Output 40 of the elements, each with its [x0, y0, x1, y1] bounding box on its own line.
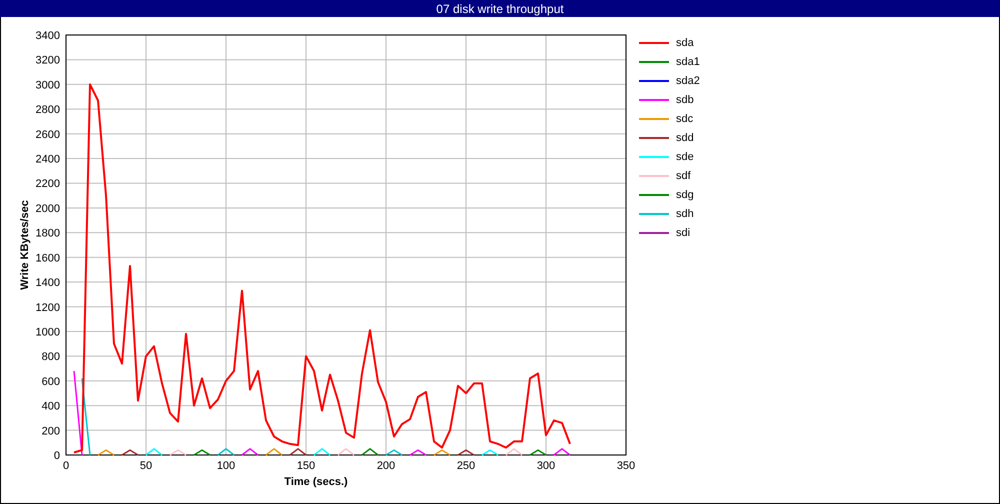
x-tick-label: 0	[62, 460, 70, 472]
y-tick-label: 1400	[36, 277, 60, 290]
legend-label: sdf	[676, 170, 691, 182]
legend-label: sdg	[676, 189, 694, 201]
legend-label: sda2	[676, 75, 700, 87]
x-tick-label: 200	[376, 460, 396, 472]
y-tick-label: 2400	[36, 154, 60, 166]
legend-label: sde	[676, 151, 694, 163]
y-tick-label: 1200	[36, 302, 60, 314]
y-tick-label: 400	[42, 400, 60, 413]
legend-label: sda	[676, 37, 694, 49]
legend-label: sdi	[676, 227, 690, 239]
y-tick-label: 3200	[36, 54, 60, 67]
window-title: 07 disk write throughput	[0, 0, 1000, 17]
y-tick-label: 3400	[36, 30, 60, 42]
legend-label: sdb	[676, 94, 694, 106]
y-tick-label: 600	[42, 376, 60, 388]
legend-label: sdd	[676, 132, 694, 144]
x-tick-label: 350	[616, 460, 636, 472]
x-tick-label: 250	[456, 460, 476, 472]
y-tick-label: 0	[54, 450, 60, 462]
y-tick-label: 1800	[36, 228, 60, 240]
y-tick-label: 1600	[36, 252, 60, 264]
legend-label: sdh	[676, 208, 694, 220]
legend-label: sdc	[676, 113, 694, 125]
y-tick-label: 2000	[36, 202, 60, 215]
x-tick-label: 150	[296, 460, 316, 472]
y-tick-label: 2600	[36, 128, 60, 141]
x-tick-label: 50	[140, 460, 152, 472]
x-axis-title: Time (secs.)	[284, 476, 348, 488]
x-tick-label: 100	[216, 460, 236, 472]
y-tick-label: 800	[42, 351, 60, 364]
y-tick-label: 2200	[36, 178, 60, 190]
y-tick-label: 2800	[36, 104, 60, 116]
x-tick-label: 300	[536, 460, 556, 472]
y-axis-title: Write KBytes/sec	[19, 200, 31, 290]
legend-label: sda1	[676, 56, 700, 68]
y-tick-label: 3000	[36, 79, 60, 92]
y-tick-label: 1000	[36, 326, 60, 338]
y-tick-label: 200	[42, 425, 60, 438]
